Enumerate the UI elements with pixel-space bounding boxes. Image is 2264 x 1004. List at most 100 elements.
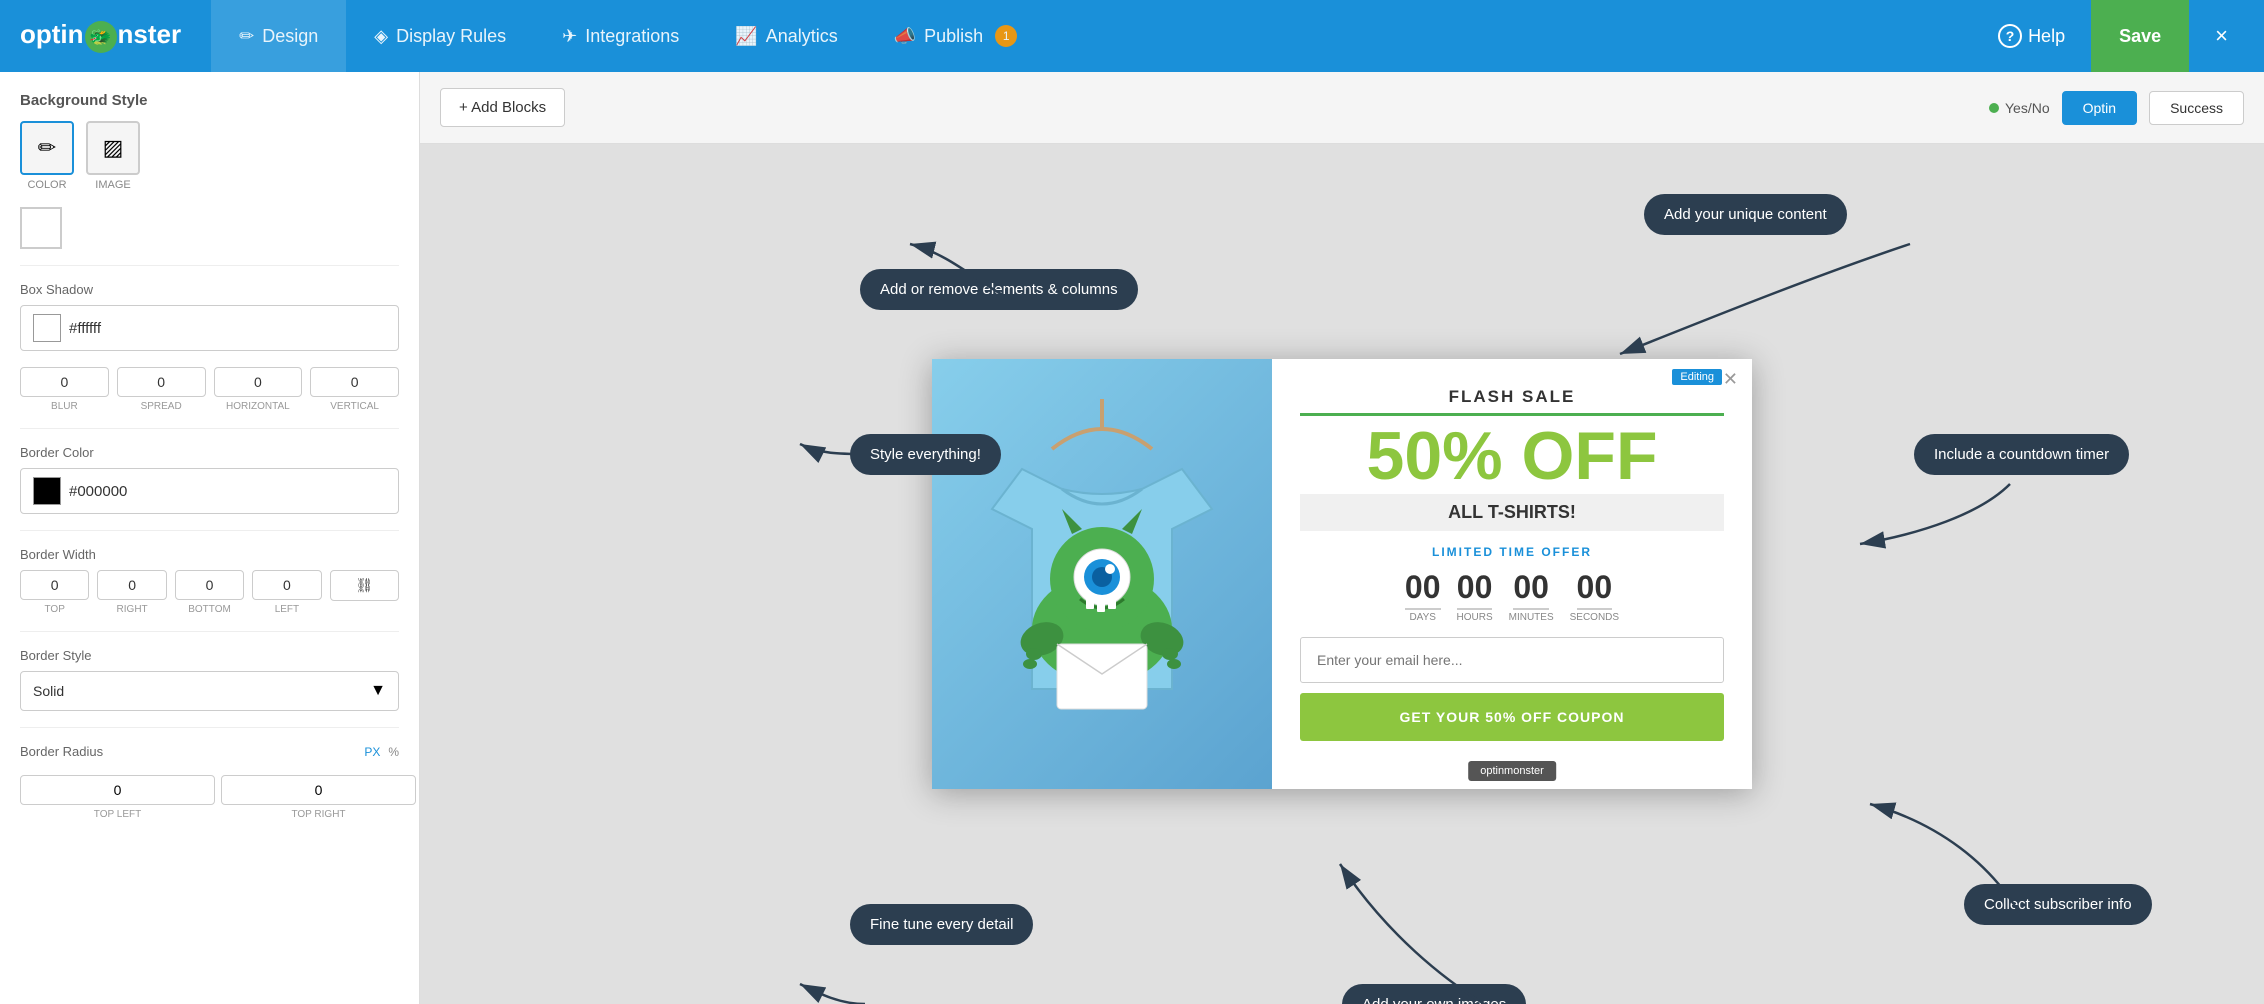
border-left-group: LEFT: [252, 570, 321, 615]
collect-subscriber-bubble: Collect subscriber info: [1964, 884, 2152, 925]
border-style-select[interactable]: Solid ▼: [20, 671, 399, 711]
nav-right: ? Help Save ×: [1982, 0, 2244, 72]
own-images-bubble: Add your own images: [1342, 984, 1526, 1004]
shadow-color-hex: #ffffff: [69, 320, 101, 337]
all-tshirts-text: ALL T-SHIRTS!: [1300, 494, 1724, 531]
px-percent-toggle: PX %: [364, 745, 399, 759]
logo: optin🐲nster: [20, 19, 181, 53]
save-button[interactable]: Save: [2091, 0, 2189, 72]
shadow-color-row[interactable]: #ffffff: [20, 305, 399, 351]
radius-topleft-input[interactable]: [20, 775, 215, 805]
chevron-down-icon: ▼: [370, 682, 386, 700]
border-bottom-label: BOTTOM: [188, 604, 231, 615]
divider-2: [20, 428, 399, 429]
nav-tabs: ✏ Design ◈ Display Rules ✈ Integrations …: [211, 0, 1982, 72]
border-right-input[interactable]: [97, 570, 166, 600]
spread-group: SPREAD: [117, 367, 206, 412]
border-color-swatch: [33, 477, 61, 505]
style-option-color[interactable]: ✏ COLOR: [20, 121, 74, 191]
shadow-color-swatch: [33, 314, 61, 342]
divider-4: [20, 631, 399, 632]
tab-display-rules[interactable]: ◈ Display Rules: [346, 0, 534, 72]
px-label[interactable]: PX: [364, 745, 380, 759]
border-width-row: TOP RIGHT BOTTOM LEFT ⛓: [20, 570, 399, 615]
limited-time-text: LIMITED TIME OFFER: [1300, 545, 1724, 559]
border-width-label: Border Width: [20, 547, 399, 562]
publish-badge: 1: [995, 25, 1017, 47]
seconds-number: 00: [1577, 569, 1613, 610]
minutes-number: 00: [1513, 569, 1549, 610]
help-icon[interactable]: ?: [1998, 24, 2022, 48]
countdown-row: 00 DAYS 00 HOURS 00 MINUTES 00: [1300, 569, 1724, 623]
border-bottom-input[interactable]: [175, 570, 244, 600]
editing-badge: Editing: [1672, 369, 1722, 385]
countdown-minutes: 00 MINUTES: [1509, 569, 1554, 623]
coupon-button[interactable]: GET YOUR 50% OFF COUPON: [1300, 693, 1724, 741]
image-style-btn[interactable]: ▨: [86, 121, 140, 175]
color-preview[interactable]: [20, 207, 62, 249]
style-options: ✏ COLOR ▨ IMAGE: [20, 121, 399, 191]
add-blocks-button[interactable]: + Add Blocks: [440, 88, 565, 127]
background-style-label: Background Style: [20, 92, 399, 109]
percent-off-text: 50% OFF: [1300, 422, 1724, 490]
countdown-days: 00 DAYS: [1405, 569, 1441, 623]
border-top-label: TOP: [45, 604, 65, 615]
horizontal-group: HORIZONTAL: [214, 367, 303, 412]
minutes-label: MINUTES: [1509, 612, 1554, 623]
tab-publish[interactable]: 📣 Publish 1: [866, 0, 1045, 72]
blur-input[interactable]: [20, 367, 109, 397]
green-dot: [1989, 103, 1999, 113]
email-input[interactable]: [1300, 637, 1724, 683]
border-right-group: RIGHT: [97, 570, 166, 615]
hours-label: HOURS: [1457, 612, 1493, 623]
design-icon: ✏: [239, 26, 254, 47]
image-label: IMAGE: [86, 179, 140, 191]
percent-label[interactable]: %: [388, 745, 399, 759]
tshirt-illustration: [962, 389, 1242, 759]
close-button[interactable]: ×: [2199, 0, 2244, 72]
seconds-label: SECONDS: [1570, 612, 1619, 623]
border-color-row[interactable]: #000000: [20, 468, 399, 514]
border-top-input[interactable]: [20, 570, 89, 600]
add-elements-bubble: Add or remove elements & columns: [860, 269, 1138, 310]
success-tab[interactable]: Success: [2149, 91, 2244, 125]
watermark: optinmonster: [1468, 761, 1556, 781]
radius-topright-label: TOP RIGHT: [291, 809, 345, 820]
tab-design[interactable]: ✏ Design: [211, 0, 346, 72]
vertical-input[interactable]: [310, 367, 399, 397]
optin-tab[interactable]: Optin: [2062, 91, 2137, 125]
divider-1: [20, 265, 399, 266]
border-radius-row: TOP LEFT TOP RIGHT BOTTOM RIGHT BOTTOM L…: [20, 775, 399, 820]
tab-analytics[interactable]: 📈 Analytics: [707, 0, 865, 72]
display-rules-icon: ◈: [374, 26, 388, 47]
popup-content-side: ✕ Editing FLASH SALE 50% OFF ALL T-SHIRT…: [1272, 359, 1752, 789]
spread-label: SPREAD: [141, 401, 182, 412]
border-link-group: ⛓: [330, 570, 399, 615]
blur-group: BLUR: [20, 367, 109, 412]
spread-input[interactable]: [117, 367, 206, 397]
countdown-bubble: Include a countdown timer: [1914, 434, 2129, 475]
popup-close-icon[interactable]: ✕: [1723, 369, 1738, 390]
radius-topright-input[interactable]: [221, 775, 416, 805]
border-color-label: Border Color: [20, 445, 399, 460]
border-style-value: Solid: [33, 683, 64, 699]
border-left-input[interactable]: [252, 570, 321, 600]
flash-sale-text: FLASH SALE: [1300, 387, 1724, 416]
style-option-image[interactable]: ▨ IMAGE: [86, 121, 140, 191]
popup-preview: ✕ Editing FLASH SALE 50% OFF ALL T-SHIRT…: [932, 359, 1752, 789]
content-toolbar: + Add Blocks Yes/No Optin Success: [420, 72, 2264, 144]
border-link-icon[interactable]: ⛓: [330, 570, 399, 601]
vertical-label: VERTICAL: [330, 401, 379, 412]
left-sidebar: Background Style ✏ COLOR ▨ IMAGE Box Sha…: [0, 72, 420, 1004]
canvas-area: ✕ Editing FLASH SALE 50% OFF ALL T-SHIRT…: [420, 144, 2264, 1004]
horizontal-input[interactable]: [214, 367, 303, 397]
border-left-label: LEFT: [275, 604, 299, 615]
hours-number: 00: [1457, 569, 1493, 610]
horizontal-label: HORIZONTAL: [226, 401, 290, 412]
color-style-btn[interactable]: ✏: [20, 121, 74, 175]
days-label: DAYS: [1409, 612, 1436, 623]
tshirt-background: [932, 359, 1272, 789]
radius-topleft-group: TOP LEFT: [20, 775, 215, 820]
popup-image-side: [932, 359, 1272, 789]
tab-integrations[interactable]: ✈ Integrations: [534, 0, 707, 72]
